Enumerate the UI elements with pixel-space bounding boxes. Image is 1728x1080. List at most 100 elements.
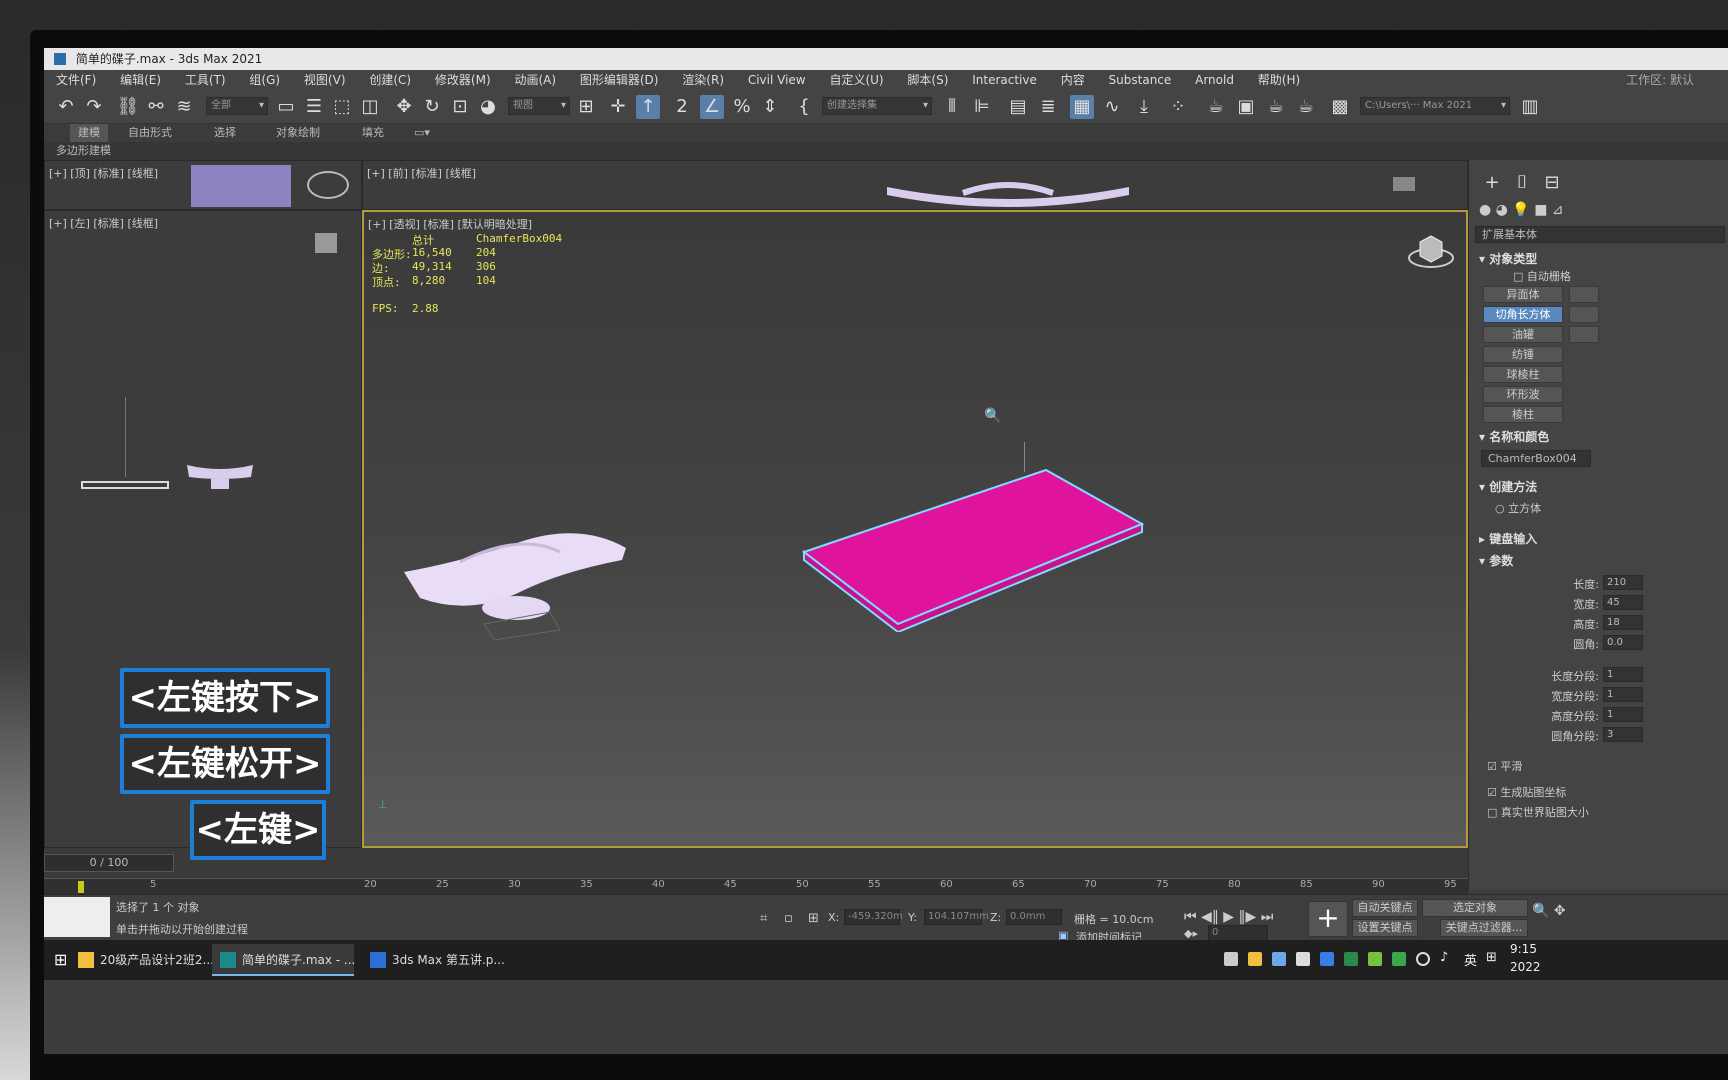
viewport-perspective-label[interactable]: [+] [透视] [标准] [默认明暗处理] [368,216,532,232]
select-by-name-icon[interactable]: ☰ [302,95,326,119]
viewport-top-label[interactable]: [+] [顶] [标准] [线框] [49,165,158,181]
undo-icon[interactable]: ↶ [54,95,78,119]
menu-civil-view[interactable]: Civil View [748,73,806,87]
absolute-mode-icon[interactable]: ▫ [784,911,793,926]
viewport-perspective[interactable]: [+] [透视] [标准] [默认明暗处理] 总计 ChamferBox004 … [362,210,1468,848]
btn-ringwave[interactable]: 环形波 [1483,386,1563,403]
edit-named-sel-icon[interactable]: { [792,95,816,119]
menu-create[interactable]: 创建(C) [369,73,411,87]
set-key-button[interactable]: 设置关键点 [1352,919,1418,937]
ribbon-tab-freeform[interactable]: 自由形式 [128,124,172,142]
selected-object-dropdown[interactable]: 选定对象 [1422,899,1528,917]
menu-arnold[interactable]: Arnold [1195,73,1234,87]
param-length-segs-input[interactable]: 1 [1603,667,1643,682]
menu-customize[interactable]: 自定义(U) [829,73,883,87]
render-production-icon[interactable]: ☕ [1264,95,1288,119]
coord-y-field[interactable]: 104.107mm [924,909,989,925]
parameters-rollout[interactable]: ▾ 参数 [1479,552,1513,569]
modify-tab-icon[interactable]: ⌷ [1509,170,1535,196]
param-width-segs-input[interactable]: 1 [1603,687,1643,702]
dish-object[interactable] [400,512,640,652]
key-mode-icon[interactable]: ◆▸ [1184,927,1198,940]
menu-file[interactable]: 文件(F) [56,73,96,87]
bind-spacewarp-icon[interactable]: ≋ [172,95,196,119]
viewport-left-label[interactable]: [+] [左] [标准] [线框] [49,215,158,231]
curve-editor-icon[interactable]: ∿ [1100,95,1124,119]
track-bar[interactable]: 5 20 25 30 35 40 45 50 55 60 65 70 75 80… [44,878,1468,894]
rendered-frame-icon[interactable]: ▣ [1234,95,1258,119]
smooth-checkbox[interactable]: ☑ 平滑 [1487,758,1522,774]
btn-oil-tank[interactable]: 油罐 [1483,326,1563,343]
menu-animation[interactable]: 动画(A) [514,73,556,87]
menu-help[interactable]: 帮助(H) [1258,73,1300,87]
menu-substance[interactable]: Substance [1109,73,1172,87]
object-name-field[interactable]: ChamferBox004 [1481,450,1591,467]
menu-edit[interactable]: 编辑(E) [120,73,161,87]
rect-region-icon[interactable]: ⬚ [330,95,354,119]
btn-chamfer-box[interactable]: 切角长方体 [1483,306,1563,323]
menu-group[interactable]: 组(G) [249,73,280,87]
btn-prism[interactable]: 棱柱 [1483,406,1563,423]
place-icon[interactable]: ◕ [476,95,500,119]
param-fillet-input[interactable]: 0.0 [1603,635,1643,650]
scene-explorer-icon[interactable]: ▤ [1006,95,1030,119]
render-gallery-icon[interactable]: ▩ [1328,95,1352,119]
keyboard-entry-rollout[interactable]: ▸ 键盘输入 [1479,530,1537,547]
viewcube-icon[interactable] [1406,232,1456,272]
keyboard-shortcut-toggle-icon[interactable]: ↑ [636,95,660,119]
param-height-segs-input[interactable]: 1 [1603,707,1643,722]
menu-graph-editors[interactable]: 图形编辑器(D) [580,73,659,87]
named-selection-dropdown[interactable]: 创建选择集 [822,97,932,115]
project-folder-icon[interactable]: ▥ [1518,95,1542,119]
viewport-top[interactable]: [+] [顶] [标准] [线框] [44,160,362,210]
tray-security-icon[interactable] [1368,952,1382,966]
radio-cube[interactable]: ○ 立方体 [1495,500,1541,516]
tray-bluetooth-icon[interactable] [1320,952,1334,966]
taskbar-item-3dsmax[interactable]: 简单的碟子.max - ... [212,944,355,976]
menu-views[interactable]: 视图(V) [304,73,346,87]
btn-gengon[interactable]: 球棱柱 [1483,366,1563,383]
spinner-snap-icon[interactable]: ⇕ [758,95,782,119]
rotate-icon[interactable]: ↻ [420,95,444,119]
ref-coord-dropdown[interactable]: 视图 [508,97,570,115]
schematic-view-icon[interactable]: ⤓ [1132,95,1156,119]
ribbon-tab-populate[interactable]: 填充 [362,124,384,142]
clock-time[interactable]: 9:15 [1510,942,1537,956]
move-icon[interactable]: ✥ [392,95,416,119]
ribbon-toggle-icon[interactable]: ▦ [1070,95,1094,119]
ribbon-tab-selection[interactable]: 选择 [214,124,236,142]
layer-explorer-icon[interactable]: ≣ [1036,95,1060,119]
primitive-category-dropdown[interactable]: 扩展基本体 [1475,226,1725,243]
current-frame-field[interactable]: 0 [1208,925,1268,941]
maxscript-listener-box[interactable] [44,897,110,937]
key-filters-button[interactable]: 关键点过滤器... [1440,919,1528,937]
param-height-input[interactable]: 18 [1603,615,1643,630]
manipulate-icon[interactable]: ✛ [606,95,630,119]
btn-spindle[interactable]: 纺锤 [1483,346,1563,363]
real-world-map-checkbox[interactable]: □ 真实世界贴图大小 [1487,804,1589,820]
pivot-icon[interactable]: ⊞ [574,95,598,119]
ribbon-tab-object-paint[interactable]: 对象绘制 [276,124,320,142]
menu-interactive[interactable]: Interactive [972,73,1037,87]
chamfer-box-object[interactable] [794,462,1154,632]
create-tab-icon[interactable]: + [1479,170,1505,196]
hierarchy-tab-icon[interactable]: ⊟ [1539,170,1565,196]
btn-chamfer-cyl[interactable] [1569,306,1599,323]
viewcube-left-icon[interactable] [315,233,337,253]
menu-rendering[interactable]: 渲染(R) [682,73,724,87]
tray-folder-icon[interactable] [1248,952,1262,966]
transform-mode-icon[interactable]: ⊞ [808,911,819,926]
mirror-icon[interactable]: ⫴ [940,95,964,119]
menu-tools[interactable]: 工具(T) [185,73,226,87]
btn-torus-knot[interactable] [1569,286,1599,303]
tray-disk-icon[interactable] [1296,952,1310,966]
viewport-front-label[interactable]: [+] [前] [标准] [线框] [367,165,476,181]
gen-map-coords-checkbox[interactable]: ☑ 生成贴图坐标 [1487,784,1566,800]
unlink-icon[interactable]: ⚯ [144,95,168,119]
render-setup-icon[interactable]: ☕ [1204,95,1228,119]
menu-scripting[interactable]: 脚本(S) [907,73,948,87]
project-path-dropdown[interactable]: C:\Users\··· Max 2021 [1360,97,1510,115]
viewcube-top-icon[interactable] [307,171,349,199]
tray-nvidia-icon[interactable] [1392,952,1406,966]
taskbar-item-ppt[interactable]: 3ds Max 第五讲.p... [362,944,505,976]
